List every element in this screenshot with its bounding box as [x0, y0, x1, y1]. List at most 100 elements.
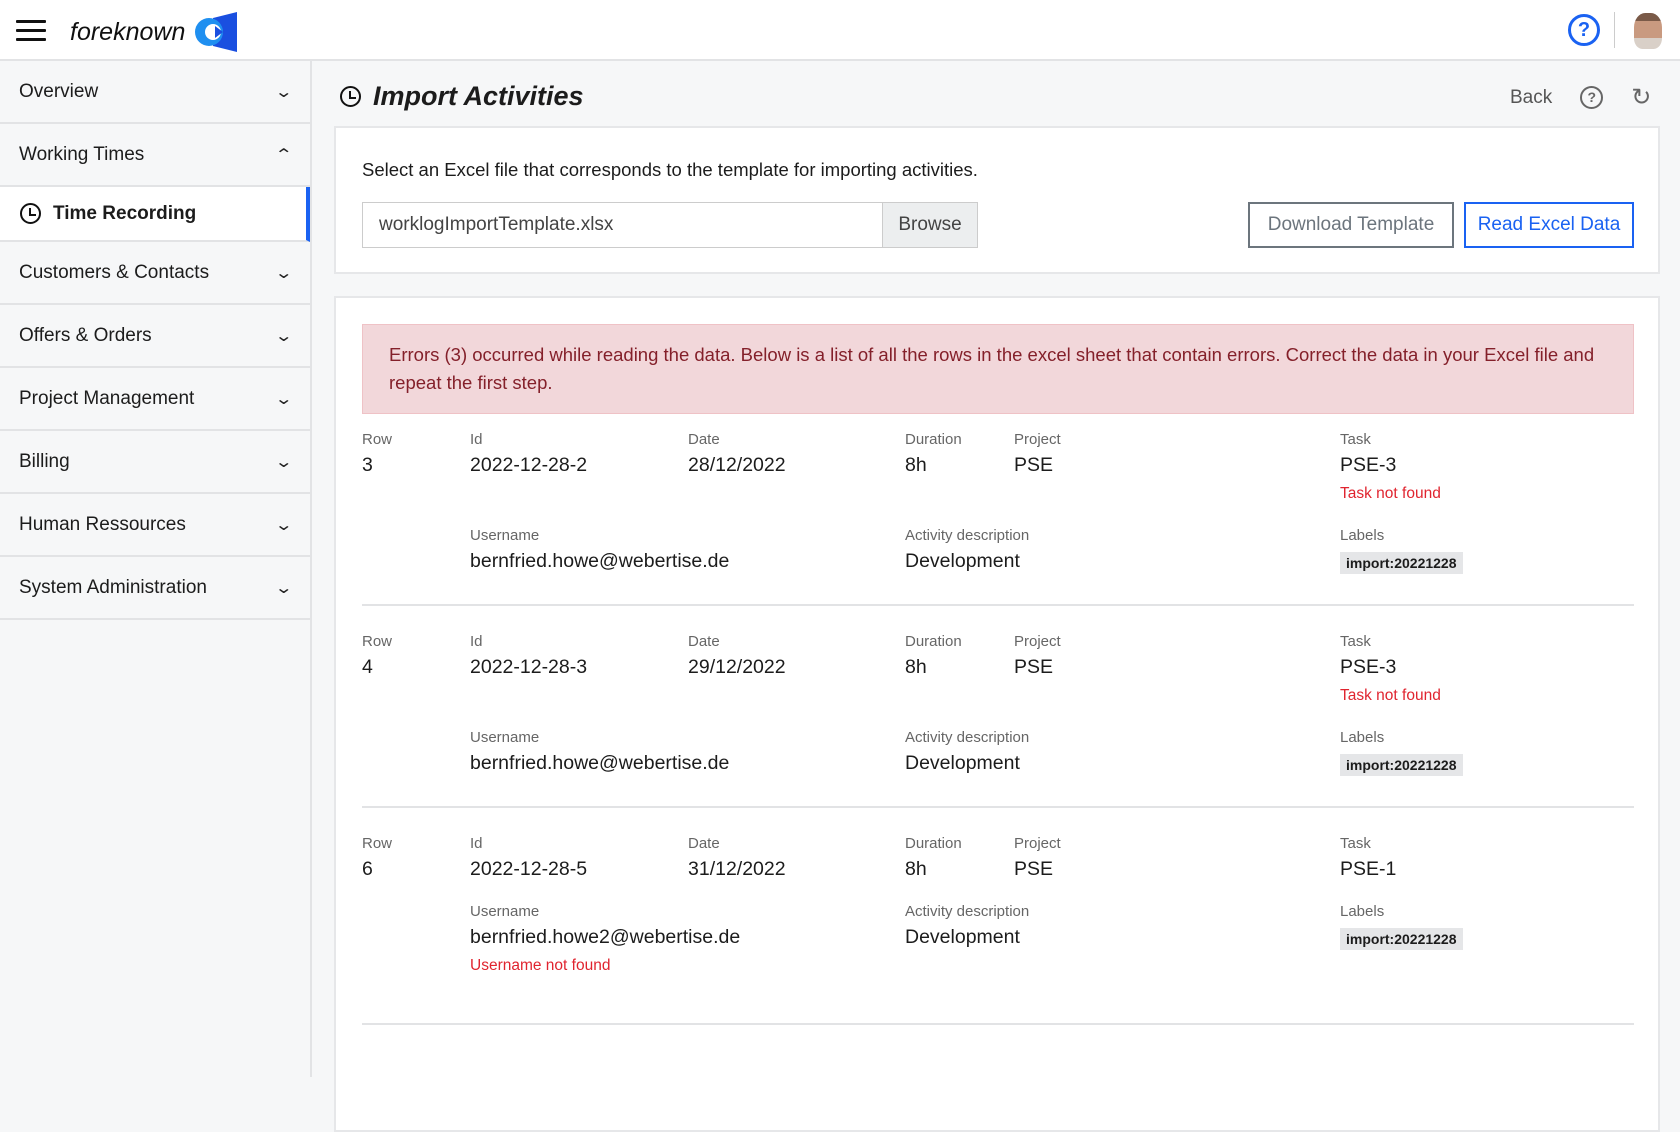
field-project: Project PSE [1014, 431, 1061, 477]
date-label: Date [688, 835, 720, 852]
sidebar-item-project-management[interactable]: Project Management ⌄ [0, 368, 310, 431]
date-label: Date [688, 431, 720, 448]
field-row: Row 6 [362, 835, 392, 881]
field-date: Date 31/12/2022 [688, 835, 786, 881]
back-button[interactable]: Back [1510, 87, 1552, 109]
read-excel-data-button[interactable]: Read Excel Data [1464, 202, 1634, 248]
field-username: Username bernfried.howe@webertise.de [470, 527, 729, 573]
hamburger-menu-icon[interactable] [16, 20, 46, 41]
field-labels: Labels import:20221228 [1340, 527, 1463, 574]
field-username: Username bernfried.howe@webertise.de [470, 729, 729, 775]
error-record: Row 3 Id 2022-12-28-2 Date 28/12/2022 Duration… [362, 431, 1634, 606]
sidebar-item-working-times[interactable]: Working Times ⌃ [0, 124, 310, 187]
label-tag: import:20221228 [1340, 928, 1463, 950]
labels-label: Labels [1340, 527, 1385, 544]
field-duration: Duration 8h [905, 633, 962, 679]
help-icon[interactable]: ? [1568, 14, 1600, 46]
label: Offers & Orders [19, 324, 152, 346]
project-label: Project [1014, 633, 1061, 650]
project-value: PSE [1014, 454, 1054, 476]
download-template-button[interactable]: Download Template [1248, 202, 1454, 248]
sidebar-item-offers-orders[interactable]: Offers & Orders ⌄ [0, 305, 310, 368]
field-project: Project PSE [1014, 633, 1061, 679]
field-activity: Activity description Development [905, 527, 1029, 573]
label: System Administration [19, 576, 207, 598]
id-label: Id [470, 431, 483, 448]
activity-label: Activity description [905, 527, 1030, 544]
errors-card: Errors (3) occurred while reading the da… [334, 296, 1660, 1132]
label: Customers & Contacts [19, 261, 210, 283]
chevron-down-icon: ⌄ [273, 83, 293, 101]
task-error: Task not found [1340, 687, 1441, 704]
field-project: Project PSE [1014, 835, 1061, 881]
chevron-down-icon: ⌄ [273, 453, 293, 471]
username-label: Username [470, 903, 540, 920]
duration-label: Duration [905, 633, 962, 650]
activity-label: Activity description [905, 729, 1030, 746]
duration-label: Duration [905, 835, 962, 852]
field-activity: Activity description Development [905, 729, 1029, 775]
duration-value: 8h [905, 454, 927, 476]
chevron-up-icon: ⌃ [273, 146, 293, 164]
field-labels: Labels import:20221228 [1340, 903, 1463, 950]
chevron-down-icon: ⌄ [273, 516, 293, 534]
activity-label: Activity description [905, 903, 1030, 920]
task-label: Task [1340, 633, 1371, 650]
sidebar-item-system-administration[interactable]: System Administration ⌄ [0, 557, 310, 620]
id-value: 2022-12-28-5 [470, 858, 588, 880]
sidebar-item-overview[interactable]: Overview ⌄ [0, 61, 310, 124]
refresh-icon[interactable]: ↻ [1631, 83, 1651, 112]
top-header: foreknown ? [0, 0, 1680, 61]
username-value: bernfried.howe2@webertise.de [470, 926, 741, 948]
sidebar-item-time-recording[interactable]: Time Recording [0, 187, 310, 242]
task-error: Task not found [1340, 485, 1441, 502]
field-date: Date 29/12/2022 [688, 633, 786, 679]
sidebar-item-billing[interactable]: Billing ⌄ [0, 431, 310, 494]
error-record: Row 6 Id 2022-12-28-5 Date 31/12/2022 Duration… [362, 835, 1634, 1025]
duration-value: 8h [905, 858, 927, 880]
divider [1614, 12, 1615, 48]
task-label: Task [1340, 835, 1371, 852]
activity-value: Development [905, 926, 1020, 948]
sidebar: Overview ⌄ Working Times ⌃ Time Recording … [0, 61, 312, 1077]
row-value: 3 [362, 454, 373, 476]
field-row: Row 3 [362, 431, 392, 477]
error-record: Row 4 Id 2022-12-28-3 Date 29/12/2022 Duration… [362, 633, 1634, 808]
field-id: Id 2022-12-28-3 [470, 633, 587, 679]
label: Human Ressources [19, 513, 186, 535]
project-label: Project [1014, 835, 1061, 852]
label: Overview [19, 80, 99, 102]
username-value: bernfried.howe@webertise.de [470, 752, 730, 774]
label: Billing [19, 450, 70, 472]
duration-value: 8h [905, 656, 927, 678]
id-value: 2022-12-28-3 [470, 656, 588, 678]
date-label: Date [688, 633, 720, 650]
help-icon[interactable]: ? [1580, 86, 1604, 109]
id-label: Id [470, 835, 483, 852]
id-value: 2022-12-28-2 [470, 454, 588, 476]
field-activity: Activity description Development [905, 903, 1029, 949]
duration-label: Duration [905, 431, 962, 448]
user-avatar[interactable] [1634, 13, 1662, 49]
brand-name: foreknown [70, 17, 186, 46]
browse-button[interactable]: Browse [882, 202, 978, 248]
date-value: 29/12/2022 [688, 656, 786, 678]
field-row: Row 4 [362, 633, 392, 679]
clock-icon [340, 86, 361, 107]
task-value: PSE-1 [1340, 858, 1397, 880]
field-duration: Duration 8h [905, 431, 962, 477]
logo-mark-icon [195, 12, 238, 52]
labels-label: Labels [1340, 903, 1385, 920]
project-value: PSE [1014, 858, 1054, 880]
logo[interactable]: foreknown [70, 12, 238, 52]
sidebar-item-customers-contacts[interactable]: Customers & Contacts ⌄ [0, 242, 310, 305]
chevron-down-icon: ⌄ [273, 390, 293, 408]
sidebar-item-human-ressources[interactable]: Human Ressources ⌄ [0, 494, 310, 557]
project-label: Project [1014, 431, 1061, 448]
field-duration: Duration 8h [905, 835, 962, 881]
row-label: Row [362, 431, 393, 448]
date-value: 31/12/2022 [688, 858, 786, 880]
file-input[interactable]: worklogImportTemplate.xlsx [362, 202, 883, 248]
label: Time Recording [53, 202, 197, 224]
date-value: 28/12/2022 [688, 454, 786, 476]
